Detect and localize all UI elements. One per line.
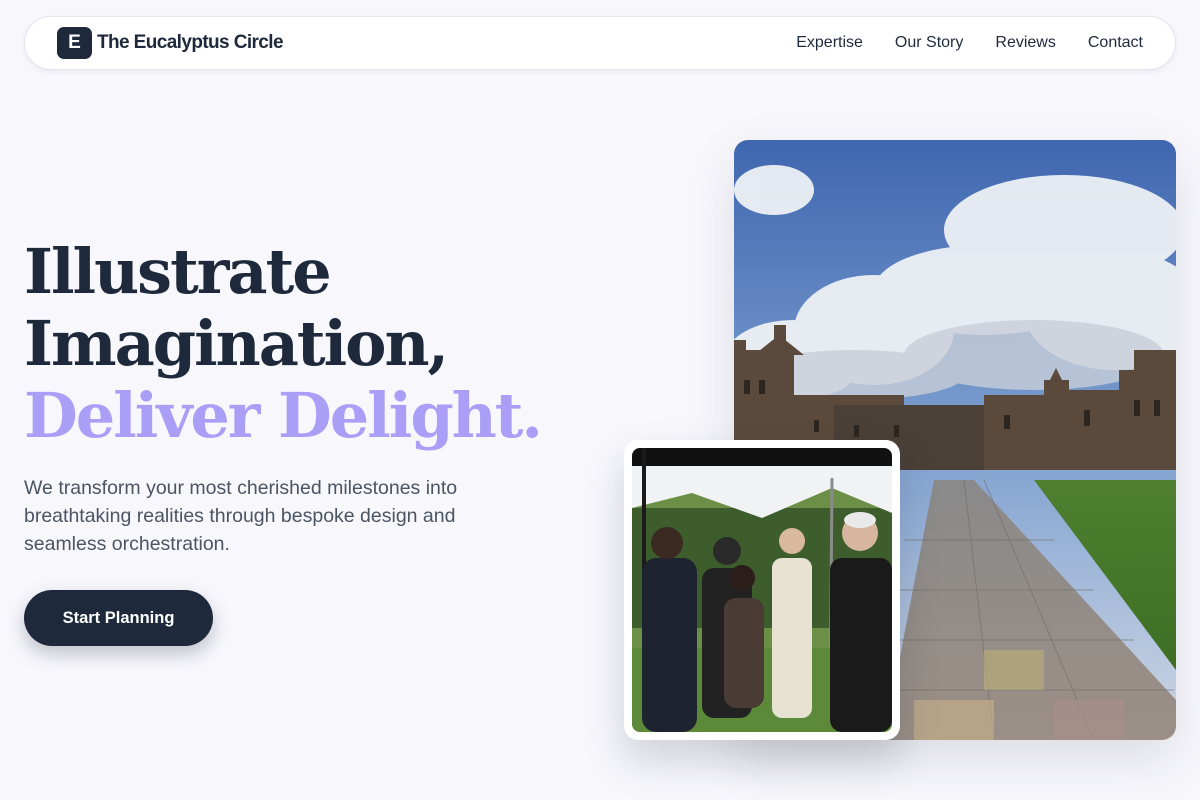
event-illustration: [632, 448, 892, 732]
hero-title: Illustrate Imagination, Deliver Delight.: [24, 235, 543, 452]
nav-links: Expertise Our Story Reviews Contact: [796, 34, 1143, 52]
hero-photo-event-frame: [624, 440, 900, 740]
navbar: E The Eucalyptus Circle Expertise Our St…: [24, 16, 1176, 70]
start-planning-button[interactable]: Start Planning: [24, 590, 213, 646]
logo-icon: E: [57, 27, 92, 59]
brand-name: The Eucalyptus Circle: [97, 32, 284, 53]
nav-link-reviews[interactable]: Reviews: [995, 34, 1055, 52]
hero-photo-event: [632, 448, 892, 732]
hero-subtitle: We transform your most cherished milesto…: [24, 477, 458, 555]
brand-link[interactable]: E The Eucalyptus Circle: [57, 27, 284, 59]
nav-link-contact[interactable]: Contact: [1088, 34, 1143, 52]
hero-title-line-2: Imagination,: [24, 307, 449, 380]
nav-link-our-story[interactable]: Our Story: [895, 34, 963, 52]
nav-link-expertise[interactable]: Expertise: [796, 34, 863, 52]
hero-title-accent-line: Deliver Delight.: [24, 379, 543, 452]
hero-title-line-1: Illustrate: [24, 235, 332, 308]
